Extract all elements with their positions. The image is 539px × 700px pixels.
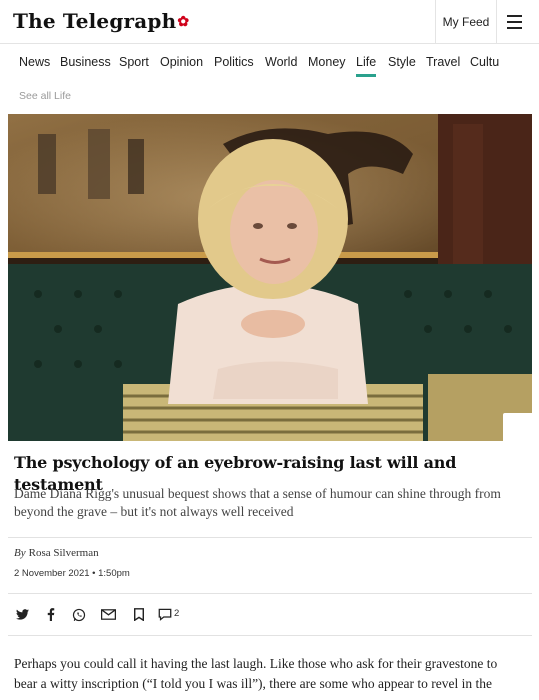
share-bar: 2 — [8, 593, 532, 635]
nav-item-news[interactable]: News — [19, 55, 50, 69]
nav-item-culture[interactable]: Cultu — [470, 55, 499, 69]
nav-item-politics[interactable]: Politics — [214, 55, 254, 69]
site-header: The Telegraph✿ My Feed — [0, 0, 539, 44]
nav-item-style[interactable]: Style — [388, 55, 416, 69]
twitter-icon[interactable] — [14, 606, 31, 623]
my-feed-button[interactable]: My Feed — [435, 0, 497, 43]
poppy-icon: ✿ — [177, 14, 190, 30]
nav-item-money[interactable]: Money — [308, 55, 346, 69]
hero-image — [8, 114, 532, 441]
publish-date: 2 November 2021 • 1:50pm — [14, 568, 130, 579]
nav-item-business[interactable]: Business — [60, 55, 111, 69]
see-all-life-link[interactable]: See all Life — [19, 90, 71, 102]
image-expand-icon[interactable] — [503, 413, 532, 441]
logo-text: The Telegraph — [13, 9, 177, 33]
divider — [8, 537, 532, 538]
article-body: Perhaps you could call it having the las… — [14, 654, 529, 694]
byline: By Rosa Silverman — [14, 547, 99, 559]
bookmark-icon[interactable] — [130, 606, 147, 623]
article-standfirst: Dame Diana Rigg's unusual bequest shows … — [14, 486, 501, 519]
comment-count[interactable]: 2 — [174, 608, 179, 619]
section-nav: News Business Sport Opinion Politics Wor… — [0, 44, 539, 82]
body-line: Perhaps you could call it having the las… — [14, 656, 498, 671]
nav-item-sport[interactable]: Sport — [119, 55, 149, 69]
nav-item-travel[interactable]: Travel — [426, 55, 460, 69]
author-link[interactable]: Rosa Silverman — [29, 547, 99, 559]
divider — [8, 635, 532, 636]
hero-photo-illustration — [8, 114, 532, 441]
nav-item-world[interactable]: World — [265, 55, 297, 69]
telegraph-logo[interactable]: The Telegraph✿ — [13, 9, 189, 33]
body-line: bear a witty inscription (“I told you I … — [14, 676, 492, 691]
byline-prefix: By — [14, 547, 26, 559]
nav-item-opinion[interactable]: Opinion — [160, 55, 203, 69]
comment-icon[interactable] — [156, 606, 173, 623]
whatsapp-icon[interactable] — [70, 606, 87, 623]
my-feed-label: My Feed — [442, 14, 490, 29]
nav-item-life[interactable]: Life — [356, 55, 377, 77]
email-icon[interactable] — [100, 606, 117, 623]
hamburger-menu-icon[interactable] — [500, 11, 528, 33]
facebook-icon[interactable] — [42, 606, 59, 623]
